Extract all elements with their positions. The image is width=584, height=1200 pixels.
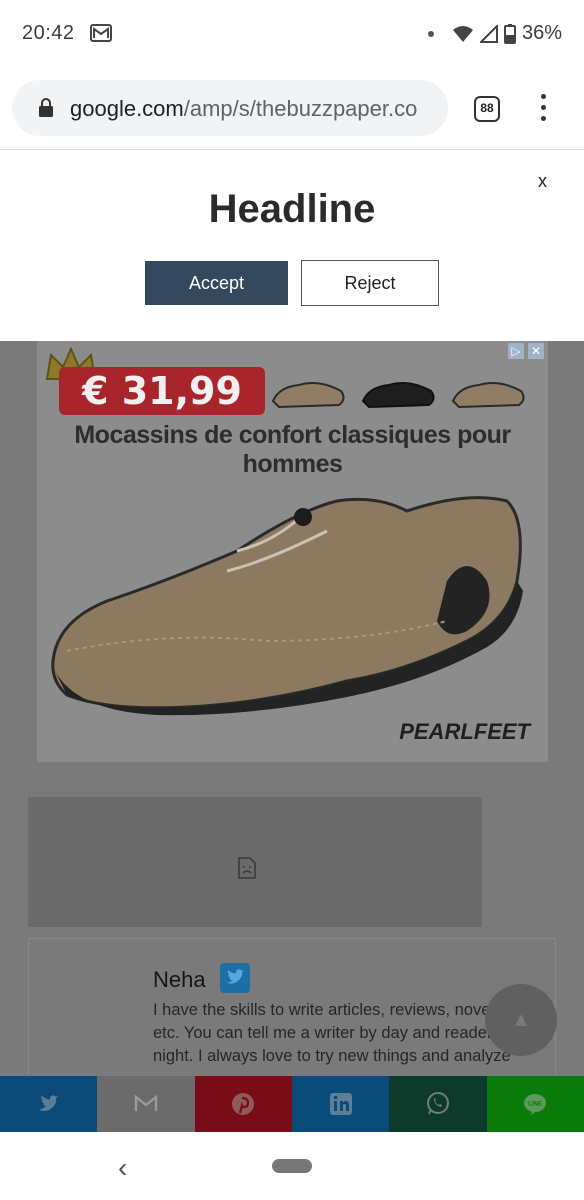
- accept-button[interactable]: Accept: [145, 261, 288, 305]
- ad-close-icon[interactable]: ✕: [528, 343, 544, 359]
- browser-menu-icon[interactable]: [536, 94, 550, 126]
- linkedin-icon: [329, 1093, 352, 1115]
- share-linkedin-button[interactable]: [291, 1076, 390, 1132]
- url-text[interactable]: google.com/amp/s/thebuzzpaper.co: [70, 96, 446, 122]
- whatsapp-icon: [426, 1092, 449, 1115]
- share-pinterest-button[interactable]: [194, 1076, 292, 1132]
- ad-brand-logo: PEARLFEET: [399, 719, 530, 744]
- notification-dot-icon: [427, 30, 434, 37]
- status-bar: 20:42 36%: [0, 0, 584, 70]
- share-bar: LINE: [0, 1076, 584, 1132]
- cell-signal-icon: [479, 24, 498, 43]
- gmail-icon: [134, 1094, 158, 1111]
- author-twitter-icon[interactable]: [220, 963, 250, 993]
- ad-price: € 31,99: [59, 367, 265, 415]
- ad-choices-icon[interactable]: ▷: [508, 343, 524, 359]
- reject-button[interactable]: Reject: [301, 260, 439, 306]
- lock-icon: [39, 98, 53, 117]
- share-line-button[interactable]: LINE: [486, 1076, 584, 1132]
- address-bar[interactable]: google.com/amp/s/thebuzzpaper.co: [12, 80, 448, 136]
- page-overlay: ▷ ✕ € 31,99 Mocassins de confort classiq…: [0, 341, 584, 1076]
- url-path: /amp/s/thebuzzpaper.co: [183, 96, 418, 121]
- author-card: Neha I have the skills to write articles…: [28, 938, 556, 1076]
- status-time: 20:42: [22, 22, 75, 44]
- home-pill-icon[interactable]: [272, 1159, 312, 1173]
- consent-title: Headline: [208, 187, 376, 231]
- pinterest-icon: [232, 1093, 255, 1115]
- status-indicators: 36%: [427, 22, 562, 45]
- battery-icon: [503, 23, 516, 44]
- consent-banner: x Headline Accept Reject: [0, 151, 584, 341]
- back-icon[interactable]: ‹: [118, 1152, 127, 1184]
- line-icon: LINE: [524, 1094, 547, 1115]
- shoe-thumbnail-icon: [451, 382, 525, 409]
- svg-text:LINE: LINE: [528, 1102, 542, 1108]
- tab-switcher-button[interactable]: 88: [474, 96, 500, 122]
- shoe-thumbnail-icon: [271, 382, 345, 409]
- share-gmail-button[interactable]: [97, 1076, 195, 1132]
- broken-image-icon: [238, 857, 256, 879]
- scroll-to-top-button[interactable]: ▲: [485, 984, 557, 1056]
- shoe-product-image: [51, 496, 523, 716]
- twitter-icon: [38, 1095, 59, 1111]
- ad-banner[interactable]: ▷ ✕ € 31,99 Mocassins de confort classiq…: [37, 341, 548, 762]
- share-twitter-button[interactable]: [0, 1076, 98, 1132]
- author-bio: I have the skills to write articles, rev…: [153, 1001, 515, 1065]
- url-host: google.com: [70, 96, 184, 121]
- browser-toolbar: google.com/amp/s/thebuzzpaper.co 88: [0, 70, 584, 150]
- author-name[interactable]: Neha: [153, 967, 206, 993]
- ad-choices[interactable]: ▷ ✕: [508, 343, 544, 359]
- gmail-notification-icon: [90, 24, 112, 42]
- image-placeholder: [28, 797, 482, 927]
- wifi-icon: [452, 25, 473, 42]
- system-nav-bar: ‹: [0, 1132, 584, 1200]
- battery-percent: 36%: [521, 22, 562, 44]
- shoe-thumbnail-icon: [361, 382, 435, 409]
- share-whatsapp-button[interactable]: [389, 1076, 487, 1132]
